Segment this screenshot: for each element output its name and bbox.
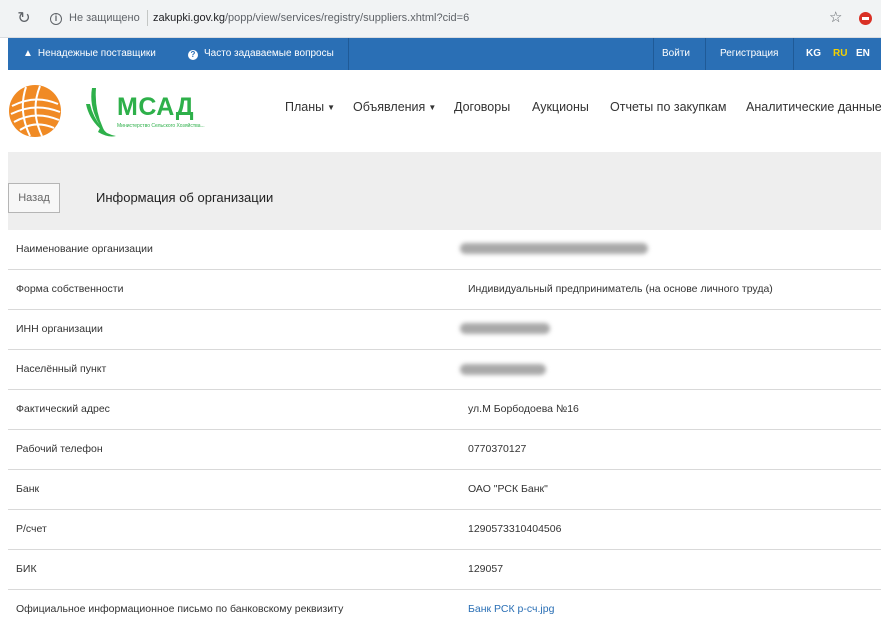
url-domain: zakupki.gov.kg	[153, 12, 225, 24]
info-row-locality: Населённый пункт	[8, 350, 881, 390]
row-value: Индивидуальный предприниматель (на основ…	[468, 283, 773, 295]
row-label: ИНН организации	[16, 323, 103, 335]
nav-divider	[793, 38, 794, 70]
menu-plans[interactable]: Планы ▼	[285, 100, 335, 116]
register-button[interactable]: Регистрация	[720, 38, 778, 70]
row-label: Официальное информационное письмо по бан…	[16, 603, 344, 615]
browser-address-bar: ↻ i Не защищено zakupki.gov.kg/popp/view…	[0, 0, 881, 38]
row-value: 1290573310404506	[468, 523, 562, 535]
info-row-org-name: Наименование организации	[8, 230, 881, 270]
globe-logo-icon[interactable]	[8, 84, 62, 138]
row-label: Форма собственности	[16, 283, 124, 295]
faq-label: Часто задаваемые вопросы	[204, 48, 334, 59]
msad-logo-title: МСАД	[117, 93, 195, 121]
language-ru[interactable]: RU	[833, 38, 847, 70]
menu-contracts[interactable]: Договоры	[454, 100, 510, 116]
url-path: /popp/view/services/registry/suppliers.x…	[224, 12, 470, 24]
url-separator	[147, 10, 148, 26]
login-button[interactable]: Войти	[662, 38, 690, 70]
info-row-bank: Банк ОАО "РСК Банк"	[8, 470, 881, 510]
extension-icon[interactable]	[859, 12, 872, 25]
row-label: Фактический адрес	[16, 403, 110, 415]
menu-announcements-label: Объявления	[353, 100, 426, 114]
language-kg[interactable]: KG	[806, 38, 821, 70]
nav-divider	[705, 38, 706, 70]
row-value: 129057	[468, 563, 504, 575]
star-icon[interactable]: ☆	[829, 9, 842, 27]
redacted-value	[460, 323, 550, 334]
faq-link[interactable]: ? Часто задаваемые вопросы	[188, 38, 334, 70]
info-row-bik: БИК 129057	[8, 550, 881, 590]
menu-announcements[interactable]: Объявления ▼	[353, 100, 436, 116]
url-field[interactable]: zakupki.gov.kg/popp/view/services/regist…	[153, 12, 469, 24]
bank-letter-file-link[interactable]: Банк РСК р-сч.jpg	[468, 603, 554, 615]
row-value: 0770370127	[468, 443, 527, 455]
menu-reports[interactable]: Отчеты по закупкам	[610, 100, 726, 116]
unreliable-suppliers-label: Ненадежные поставщики	[37, 48, 156, 59]
language-en[interactable]: EN	[856, 38, 870, 70]
info-row-phone: Рабочий телефон 0770370127	[8, 430, 881, 470]
reload-icon[interactable]: ↻	[14, 9, 34, 29]
redacted-value	[460, 364, 546, 375]
info-row-ownership: Форма собственности Индивидуальный предп…	[8, 270, 881, 310]
info-row-inn: ИНН организации	[8, 310, 881, 350]
row-label: БИК	[16, 563, 37, 575]
caret-down-icon: ▼	[327, 103, 336, 112]
row-label: Банк	[16, 483, 40, 495]
caret-down-icon: ▼	[428, 103, 437, 112]
page-title: Информация об организации	[96, 190, 274, 205]
msad-logo-subtitle: Министерство Сельского Хозяйства...	[117, 123, 205, 129]
menu-plans-label: Планы	[285, 100, 325, 114]
row-label: Рабочий телефон	[16, 443, 103, 455]
info-icon[interactable]: i	[50, 13, 62, 25]
unreliable-suppliers-link[interactable]: ▲ Ненадежные поставщики	[23, 38, 156, 70]
top-navigation-bar: ▲ Ненадежные поставщики ? Часто задаваемые…	[8, 38, 881, 70]
question-icon: ?	[188, 50, 198, 60]
row-label: Населённый пункт	[16, 363, 107, 375]
row-value: ОАО "РСК Банк"	[468, 483, 548, 495]
info-row-account: Р/счет 1290573310404506	[8, 510, 881, 550]
row-label: Наименование организации	[16, 243, 153, 255]
row-value: ул.М Борбодоева №16	[468, 403, 579, 415]
redacted-value	[460, 243, 648, 254]
info-row-address: Фактический адрес ул.М Борбодоева №16	[8, 390, 881, 430]
menu-auctions[interactable]: Аукционы	[532, 100, 589, 116]
back-button[interactable]: Назад	[8, 183, 60, 213]
row-label: Р/счет	[16, 523, 47, 535]
nav-divider	[653, 38, 654, 70]
warning-icon: ▲	[23, 48, 33, 59]
menu-analytics[interactable]: Аналитические данные	[746, 100, 881, 116]
nav-divider	[348, 38, 349, 70]
info-row-bank-letter: Официальное информационное письмо по бан…	[8, 590, 881, 623]
insecure-label: Не защищено	[69, 12, 140, 24]
